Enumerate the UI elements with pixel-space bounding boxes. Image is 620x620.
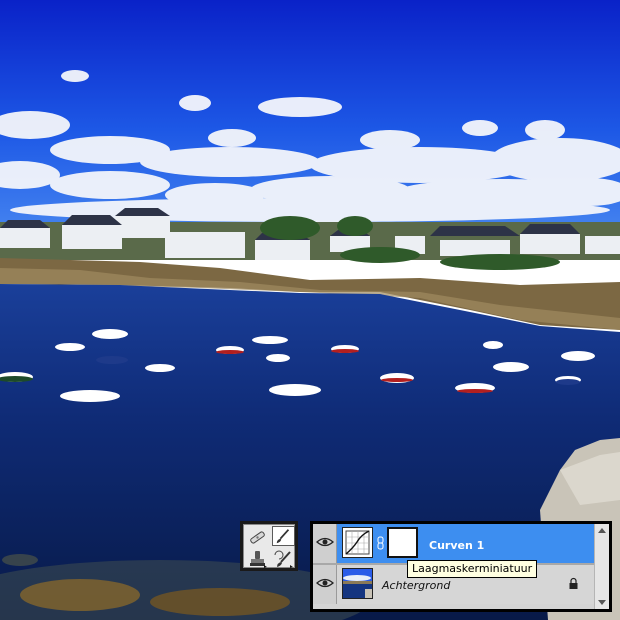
lock-icon	[569, 577, 578, 589]
tooltip: Laagmaskerminiatuur	[407, 560, 538, 578]
background-layer-thumbnail[interactable]	[342, 568, 373, 599]
eye-icon	[316, 578, 334, 588]
healing-brush-tool[interactable]	[246, 527, 269, 547]
brush-tool[interactable]	[272, 526, 295, 546]
adjustment-layer-thumbnail[interactable]	[342, 527, 373, 558]
layer-mask-thumbnail[interactable]	[387, 527, 418, 558]
eye-icon	[316, 537, 334, 547]
curves-icon	[345, 530, 370, 555]
harbor-thumbnail-image	[343, 569, 372, 598]
scroll-up-arrow-icon[interactable]	[598, 528, 606, 533]
clone-stamp-tool[interactable]	[246, 549, 269, 569]
tool-palette	[240, 521, 298, 571]
layer-name: Achtergrond	[382, 579, 451, 592]
layer-name: Curven 1	[429, 539, 485, 552]
scroll-down-arrow-icon[interactable]	[598, 600, 606, 605]
tool-palette-body	[243, 524, 295, 568]
link-chain-icon[interactable]	[377, 536, 384, 550]
clone-stamp-icon	[250, 551, 267, 568]
history-brush-tool[interactable]	[272, 549, 295, 569]
layer-row-curves[interactable]: Curven 1	[313, 524, 595, 563]
visibility-toggle[interactable]	[313, 565, 337, 604]
history-brush-icon	[274, 550, 293, 568]
brush-icon	[276, 529, 290, 544]
healing-brush-icon	[250, 531, 265, 544]
layers-scrollbar[interactable]	[594, 524, 609, 609]
visibility-toggle[interactable]	[313, 524, 337, 563]
